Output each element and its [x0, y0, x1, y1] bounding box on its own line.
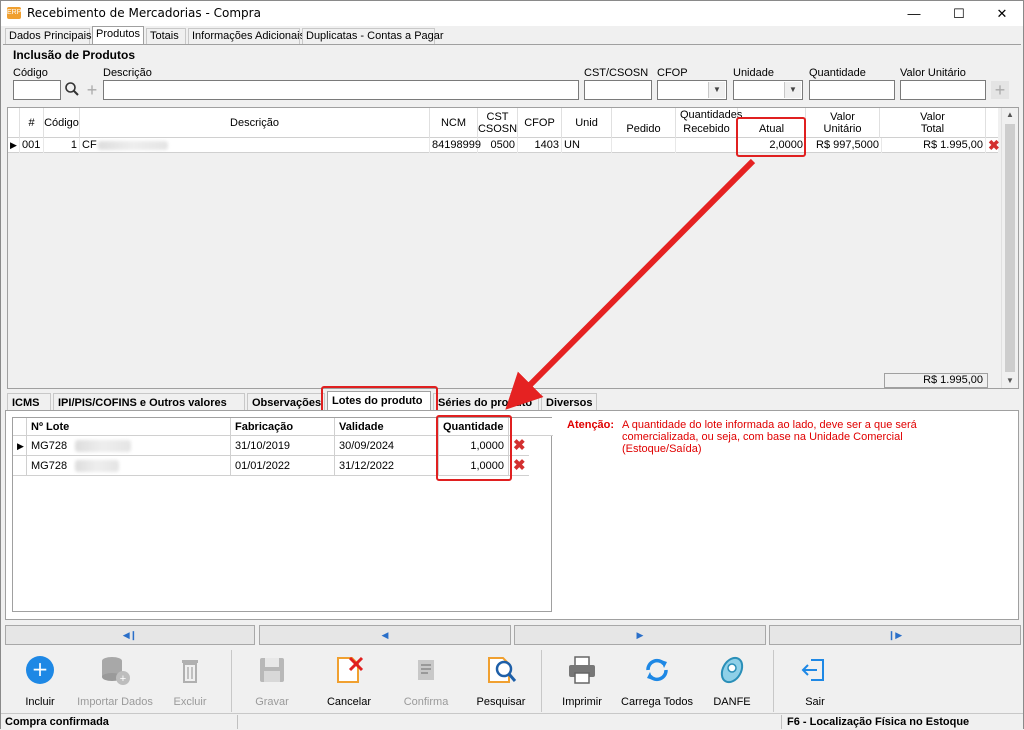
database-add-icon: + [99, 654, 131, 686]
next-record-button[interactable]: ▶ [514, 625, 766, 645]
cancelar-button[interactable]: Cancelar [311, 648, 387, 714]
importar-dados-label: Importar Dados [77, 696, 153, 708]
pesquisar-button[interactable]: Pesquisar [463, 648, 539, 714]
svg-text:+: + [32, 657, 49, 681]
toolbar-separator [773, 650, 774, 712]
cancelar-label: Cancelar [326, 696, 372, 708]
annotation-arrow-icon [505, 158, 756, 410]
prev-record-button[interactable]: ◀ [259, 625, 511, 645]
imprimir-button[interactable]: Imprimir [545, 648, 619, 714]
printer-icon [566, 654, 598, 686]
danfe-icon [716, 654, 748, 686]
confirma-label: Confirma [403, 696, 449, 708]
carrega-todos-button[interactable]: Carrega Todos [619, 648, 695, 714]
gravar-label: Gravar [255, 696, 289, 708]
pesquisar-label: Pesquisar [476, 696, 526, 708]
first-record-button[interactable]: ◀❙ [5, 625, 255, 645]
carrega-todos-label: Carrega Todos [621, 696, 693, 708]
cancel-document-icon [333, 654, 365, 686]
status-right: F6 - Localização Física no Estoque [787, 716, 970, 728]
danfe-button[interactable]: DANFE [695, 648, 769, 714]
status-divider [781, 715, 782, 729]
svg-text:+: + [120, 673, 126, 685]
main-window: ERP Recebimento de Mercadorias - Compra … [0, 0, 1024, 729]
toolbar: + Incluir + Importar Dados Excluir Grava… [3, 648, 1021, 714]
save-icon [256, 654, 288, 686]
sair-label: Sair [805, 696, 825, 708]
incluir-button[interactable]: + Incluir [3, 648, 77, 714]
toolbar-separator [231, 650, 232, 712]
incluir-label: Incluir [25, 696, 55, 708]
exit-icon [799, 654, 831, 686]
confirma-button[interactable]: Confirma [389, 648, 463, 714]
excluir-label: Excluir [173, 696, 207, 708]
status-left: Compra confirmada [5, 716, 109, 728]
danfe-label: DANFE [713, 696, 751, 708]
confirm-document-icon [410, 654, 442, 686]
imprimir-label: Imprimir [562, 696, 602, 708]
status-divider [237, 715, 238, 729]
last-record-button[interactable]: ❙▶ [769, 625, 1021, 645]
toolbar-separator [541, 650, 542, 712]
plus-circle-icon: + [24, 654, 56, 686]
gravar-button[interactable]: Gravar [235, 648, 309, 714]
importar-dados-button[interactable]: + Importar Dados [77, 648, 153, 714]
status-bar: Compra confirmada F6 - Localização Físic… [1, 713, 1023, 729]
search-document-icon [485, 654, 517, 686]
sair-button[interactable]: Sair [777, 648, 853, 714]
excluir-button[interactable]: Excluir [153, 648, 227, 714]
trash-icon [174, 654, 206, 686]
refresh-icon [641, 654, 673, 686]
